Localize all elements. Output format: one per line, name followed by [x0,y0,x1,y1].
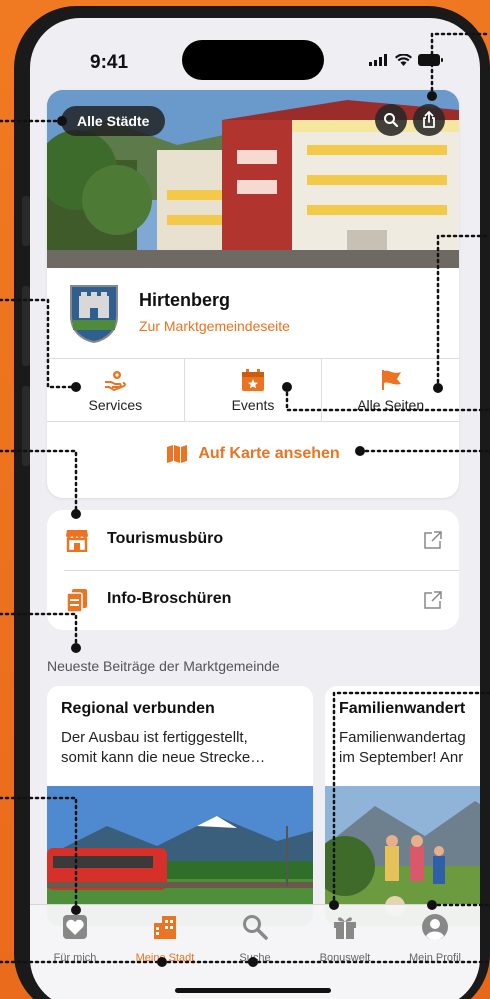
tab-label: Mein Profil [409,952,461,964]
calendar-star-icon [242,369,264,391]
post-title: Familienwandert [339,700,466,717]
tab-label: Suche [239,952,271,964]
dynamic-island [182,40,324,80]
post-title: Regional verbunden [61,700,215,717]
tab-bar: Für mich Meine Stadt Suche Bonuswelt Mei… [30,904,480,999]
search-button[interactable] [375,104,407,136]
city-icon [154,916,176,939]
tab-mein-profil[interactable]: Mein Profil [390,913,480,964]
post-card[interactable]: Familienwandert Familienwandertag im Sep… [325,686,480,926]
tab-meine-stadt[interactable]: Meine Stadt [120,913,210,964]
search-icon [243,915,268,940]
tab-label: Meine Stadt [135,952,195,964]
phone-side-button [22,386,30,466]
tab-suche[interactable]: Suche [210,913,300,964]
external-link-icon [424,531,442,549]
post-card[interactable]: Regional verbunden Der Ausbau ist fertig… [47,686,313,926]
wifi-icon [395,54,412,66]
all-cities-button[interactable]: Alle Städte [61,106,166,136]
town-header: Hirtenberg Zur Marktgemeindeseite [47,268,459,358]
info-brochures-label: Info-Broschüren [107,590,232,607]
tab-bonuswelt[interactable]: Bonuswelt [300,913,390,964]
status-bar: 9:41 [30,18,480,98]
services-hand-gear-icon [105,371,127,391]
section-title: Neueste Beiträge der Marktgemeinde [47,658,280,674]
flag-icon [381,370,401,390]
links-card: Tourismusbüro Info-Broschüren [47,510,459,630]
signal-icon [369,54,387,66]
post-excerpt: Der Ausbau ist fertiggestellt, somit kan… [61,729,266,766]
events-button[interactable]: Events [185,359,323,421]
info-brochures-link[interactable]: Info-Broschüren [47,570,459,630]
search-icon [384,113,399,128]
events-label: Events [231,397,275,413]
services-label: Services [88,397,143,413]
city-hero-image: Alle Städte [47,90,459,268]
tab-label: Für mich [53,952,97,964]
profile-icon [422,914,448,941]
city-card: Alle Städte Hirtenberg Zur Marktgemeinde… [47,90,459,498]
documents-icon [66,589,87,612]
battery-icon [418,54,443,66]
tab-label: Bonuswelt [319,952,371,964]
post-excerpt: Familienwandertag im September! Anr [339,729,466,766]
tourism-office-link[interactable]: Tourismusbüro [47,510,459,570]
map-icon [167,445,188,463]
tab-fuer-mich[interactable]: Für mich [30,913,120,964]
shop-icon [66,530,88,552]
share-button[interactable] [413,104,445,136]
home-indicator [175,988,331,993]
status-time: 9:41 [90,52,129,73]
phone-side-button [22,196,30,246]
all-pages-button[interactable]: Alle Seiten [322,359,459,421]
tourism-office-label: Tourismusbüro [107,530,224,547]
services-button[interactable]: Services [47,359,185,421]
gift-icon [334,917,356,939]
view-on-map-button[interactable]: Auf Karte ansehen [47,423,459,485]
quick-actions: Services Events Alle Seiten [47,358,459,422]
external-link-icon [424,591,442,609]
view-on-map-label: Auf Karte ansehen [198,445,340,462]
town-name: Hirtenberg [139,290,231,310]
heart-box-icon [63,915,87,939]
share-icon [423,111,435,128]
municipality-page-link[interactable]: Zur Marktgemeindeseite [139,318,290,334]
town-crest-icon [70,285,118,344]
phone-side-button [22,286,30,366]
app-screen: 9:41 Alle Städte Hirtenberg Zur Marktgem… [30,18,480,999]
all-pages-label: Alle Seiten [357,397,425,413]
